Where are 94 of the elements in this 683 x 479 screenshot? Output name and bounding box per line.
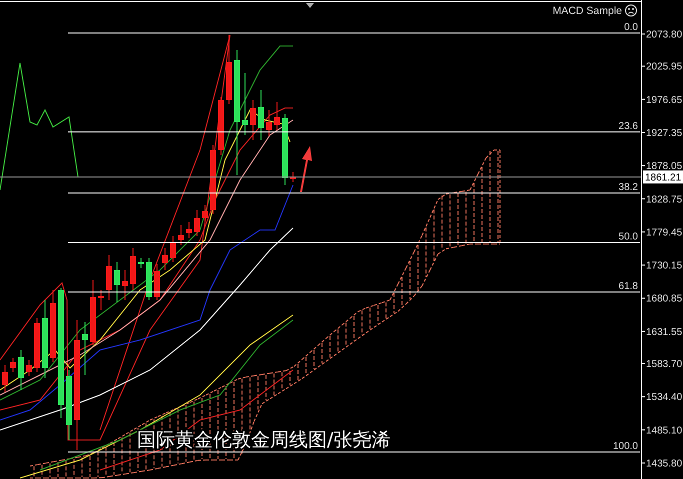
candlestick bbox=[98, 290, 104, 310]
cloud-segment bbox=[102, 442, 110, 478]
candlestick bbox=[178, 224, 184, 246]
candlestick bbox=[170, 236, 176, 262]
price-axis-label: 1927.35 bbox=[646, 128, 682, 139]
cloud-segment bbox=[302, 352, 310, 380]
cloud-segment bbox=[462, 190, 470, 246]
candlestick bbox=[26, 360, 32, 376]
cloud-segment bbox=[438, 194, 446, 254]
cloud-segment bbox=[350, 311, 358, 345]
cloud-segment bbox=[94, 448, 102, 478]
cloud-segment bbox=[294, 359, 302, 384]
marker-icon bbox=[306, 3, 314, 8]
price-axis-label: 1976.65 bbox=[646, 94, 682, 106]
cloud-segment bbox=[70, 456, 78, 478]
candlestick bbox=[154, 264, 160, 300]
candlestick bbox=[2, 364, 8, 392]
fib-level-label: 100.0 bbox=[612, 441, 638, 452]
cloud-segment bbox=[38, 462, 46, 478]
fib-level-label: 38.2 bbox=[618, 182, 638, 194]
cloud-segment bbox=[270, 371, 278, 400]
cloud-segment bbox=[62, 458, 70, 478]
candlestick bbox=[218, 96, 224, 156]
candlestick bbox=[18, 350, 24, 390]
candlestick bbox=[138, 258, 144, 268]
price-axis-label: 1828.75 bbox=[646, 194, 682, 206]
cloud-segment bbox=[358, 308, 366, 340]
candlestick bbox=[82, 322, 88, 376]
cloud-segment bbox=[334, 324, 342, 356]
cloud-segment bbox=[326, 331, 334, 362]
price-axis-label: 1631.55 bbox=[646, 326, 682, 338]
cloud-segment bbox=[422, 217, 430, 286]
price-axis-label: 1730.15 bbox=[646, 260, 682, 272]
candlestick bbox=[66, 370, 72, 440]
current-price-label: 1861.21 bbox=[643, 170, 683, 184]
cloud-segment bbox=[366, 304, 374, 334]
sad-face-icon bbox=[625, 4, 637, 16]
indicator-label: MACD Sample bbox=[552, 5, 622, 17]
candlestick bbox=[90, 280, 96, 346]
fib-level-label: 23.6 bbox=[618, 120, 638, 132]
price-axis-label: 1878.05 bbox=[646, 161, 682, 172]
cloud-segment bbox=[398, 268, 406, 312]
cloud-segment bbox=[310, 345, 318, 374]
candlestick bbox=[210, 144, 216, 214]
candlestick bbox=[226, 34, 232, 104]
fib-level-label: 50.0 bbox=[618, 232, 638, 242]
candlestick bbox=[162, 248, 168, 270]
cloud-segment bbox=[54, 460, 62, 478]
candlestick bbox=[122, 270, 128, 300]
candlestick bbox=[186, 222, 192, 238]
candlestick bbox=[194, 210, 200, 236]
cloud-segment bbox=[342, 318, 350, 350]
price-axis-label: 1485.10 bbox=[646, 425, 682, 436]
price-axis-label: 2025.95 bbox=[646, 62, 682, 73]
candlestick bbox=[290, 172, 296, 182]
arrow-icon bbox=[300, 146, 312, 192]
fib-level-label: 61.8 bbox=[618, 280, 638, 292]
price-axis-label: 1680.85 bbox=[646, 294, 682, 305]
candlestick bbox=[202, 204, 208, 222]
price-axis-label: 1435.80 bbox=[646, 458, 682, 470]
price-axis-label: 1779.45 bbox=[646, 227, 682, 238]
cloud-segment bbox=[86, 452, 94, 478]
cloud-segment bbox=[414, 235, 422, 296]
cloud-segment bbox=[30, 464, 38, 478]
candlestick bbox=[266, 110, 272, 136]
cloud-segment bbox=[110, 438, 118, 477]
candlestick bbox=[10, 358, 16, 372]
cloud-segment bbox=[470, 174, 478, 244]
candlestick bbox=[130, 248, 136, 290]
cloud-segment bbox=[406, 252, 414, 304]
cloud-segment bbox=[118, 434, 126, 476]
cloud-segment bbox=[286, 366, 294, 390]
cloud-segment bbox=[374, 302, 382, 328]
cloud-segment bbox=[318, 338, 326, 368]
candlestick bbox=[242, 72, 248, 136]
price-axis-label: 2073.80 bbox=[646, 30, 682, 40]
price-axis-label: 1534.40 bbox=[646, 392, 682, 404]
candlestick bbox=[146, 258, 152, 300]
candlestick bbox=[258, 90, 264, 140]
cloud-segment bbox=[278, 370, 286, 394]
cloud-segment bbox=[454, 190, 462, 248]
cloud-segment bbox=[446, 192, 454, 250]
fib-level-label: 0.0 bbox=[624, 22, 638, 33]
cloud-segment bbox=[46, 461, 54, 478]
cloud-segment bbox=[430, 199, 438, 270]
candlestick bbox=[274, 102, 280, 130]
candlestick bbox=[114, 262, 120, 302]
price-axis-label: 1583.70 bbox=[646, 359, 682, 370]
candlestick bbox=[106, 254, 112, 300]
candlestick bbox=[282, 114, 288, 186]
candlestick bbox=[34, 318, 40, 372]
cloud-segment bbox=[78, 455, 86, 478]
cloud-segment bbox=[126, 428, 134, 474]
candlestick bbox=[250, 100, 256, 140]
